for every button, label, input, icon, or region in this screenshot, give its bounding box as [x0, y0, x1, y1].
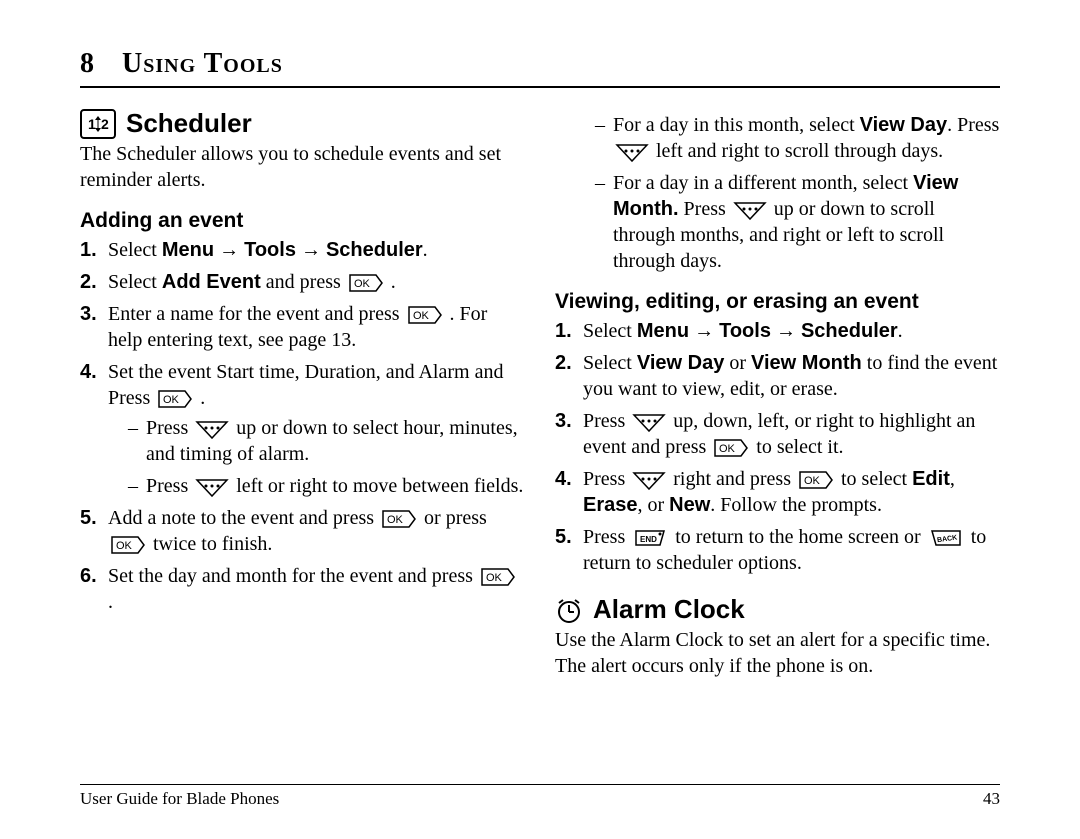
svg-text:OK: OK — [804, 475, 821, 487]
calendar-icon: 1 2 — [80, 109, 116, 139]
svg-text:OK: OK — [719, 443, 736, 455]
chapter-title: Using Tools — [122, 48, 283, 79]
nav-key-icon — [195, 418, 229, 440]
end-key-icon: END — [632, 527, 668, 549]
ok-key-icon: OK — [713, 438, 749, 458]
cont-bullet-1: For a day in this month, select View Day… — [595, 112, 1000, 164]
scheduler-title: Scheduler — [126, 108, 252, 139]
step-4-sublist: Press up or down to select hour, minutes… — [128, 415, 525, 499]
clock-icon — [555, 594, 583, 625]
continued-sublist: For a day in this month, select View Day… — [595, 112, 1000, 274]
right-column: For a day in this month, select View Day… — [555, 108, 1000, 685]
ok-key-icon: OK — [110, 535, 146, 555]
scheduler-intro: The Scheduler allows you to schedule eve… — [80, 141, 525, 193]
step-1: Select Menu → Tools → Scheduler. — [80, 237, 525, 263]
step-3: Enter a name for the event and press OK … — [80, 301, 525, 353]
vstep-2: Select View Day or View Month to find th… — [555, 350, 1000, 402]
vstep-1: Select Menu → Tools → Scheduler. — [555, 318, 1000, 344]
cont-bullet-2: For a day in a different month, select V… — [595, 170, 1000, 274]
nav-key-icon — [733, 199, 767, 221]
svg-text:BACK: BACK — [936, 535, 957, 545]
ok-key-icon: OK — [407, 305, 443, 325]
ok-key-icon: OK — [381, 509, 417, 529]
svg-text:2: 2 — [101, 116, 109, 132]
step-4-sub-1: Press up or down to select hour, minutes… — [128, 415, 525, 467]
chapter-number: 8 — [80, 48, 94, 80]
svg-text:OK: OK — [354, 278, 371, 290]
vstep-3: Press up, down, left, or right to highli… — [555, 408, 1000, 460]
step-6: Set the day and month for the event and … — [80, 563, 525, 615]
chapter-heading: 8 Using Tools — [80, 48, 1000, 88]
page-footer: User Guide for Blade Phones 43 — [80, 784, 1000, 809]
footer-title: User Guide for Blade Phones — [80, 789, 279, 809]
svg-text:1: 1 — [88, 116, 96, 132]
alarm-clock-intro: Use the Alarm Clock to set an alert for … — [555, 627, 1000, 679]
manual-page: 8 Using Tools 1 2 Scheduler The Scheduler… — [0, 0, 1080, 839]
two-column-layout: 1 2 Scheduler The Scheduler allows you t… — [80, 108, 1000, 685]
alarm-clock-title: Alarm Clock — [593, 594, 745, 625]
viewing-steps: Select Menu → Tools → Scheduler. Select … — [555, 318, 1000, 576]
step-5: Add a note to the event and press OK or … — [80, 505, 525, 557]
svg-text:OK: OK — [387, 514, 404, 526]
svg-text:OK: OK — [486, 572, 503, 584]
nav-key-icon — [615, 141, 649, 163]
svg-text:OK: OK — [413, 310, 430, 322]
alarm-clock-heading: Alarm Clock — [555, 594, 1000, 625]
ok-key-icon: OK — [798, 470, 834, 490]
nav-key-icon — [632, 411, 666, 433]
vstep-5: Press END to return to the home screen o… — [555, 524, 1000, 576]
nav-key-icon — [632, 469, 666, 491]
ok-key-icon: OK — [480, 567, 516, 587]
scheduler-heading: 1 2 Scheduler — [80, 108, 525, 139]
ok-key-icon: OK — [157, 389, 193, 409]
adding-event-steps: Select Menu → Tools → Scheduler. Select … — [80, 237, 525, 615]
viewing-heading: Viewing, editing, or erasing an event — [555, 290, 1000, 314]
left-column: 1 2 Scheduler The Scheduler allows you t… — [80, 108, 525, 685]
back-key-icon: BACK — [928, 527, 964, 549]
step-4-sub-2: Press left or right to move between fiel… — [128, 473, 525, 499]
svg-text:END: END — [640, 535, 657, 544]
ok-key-icon: OK — [348, 273, 384, 293]
adding-event-heading: Adding an event — [80, 209, 525, 233]
svg-text:OK: OK — [163, 394, 180, 406]
nav-key-icon — [195, 476, 229, 498]
step-4: Set the event Start time, Duration, and … — [80, 359, 525, 499]
step-2: Select Add Event and press OK . — [80, 269, 525, 295]
vstep-4: Press right and press OK to select Edit,… — [555, 466, 1000, 518]
svg-text:OK: OK — [116, 540, 133, 552]
page-number: 43 — [983, 789, 1000, 809]
